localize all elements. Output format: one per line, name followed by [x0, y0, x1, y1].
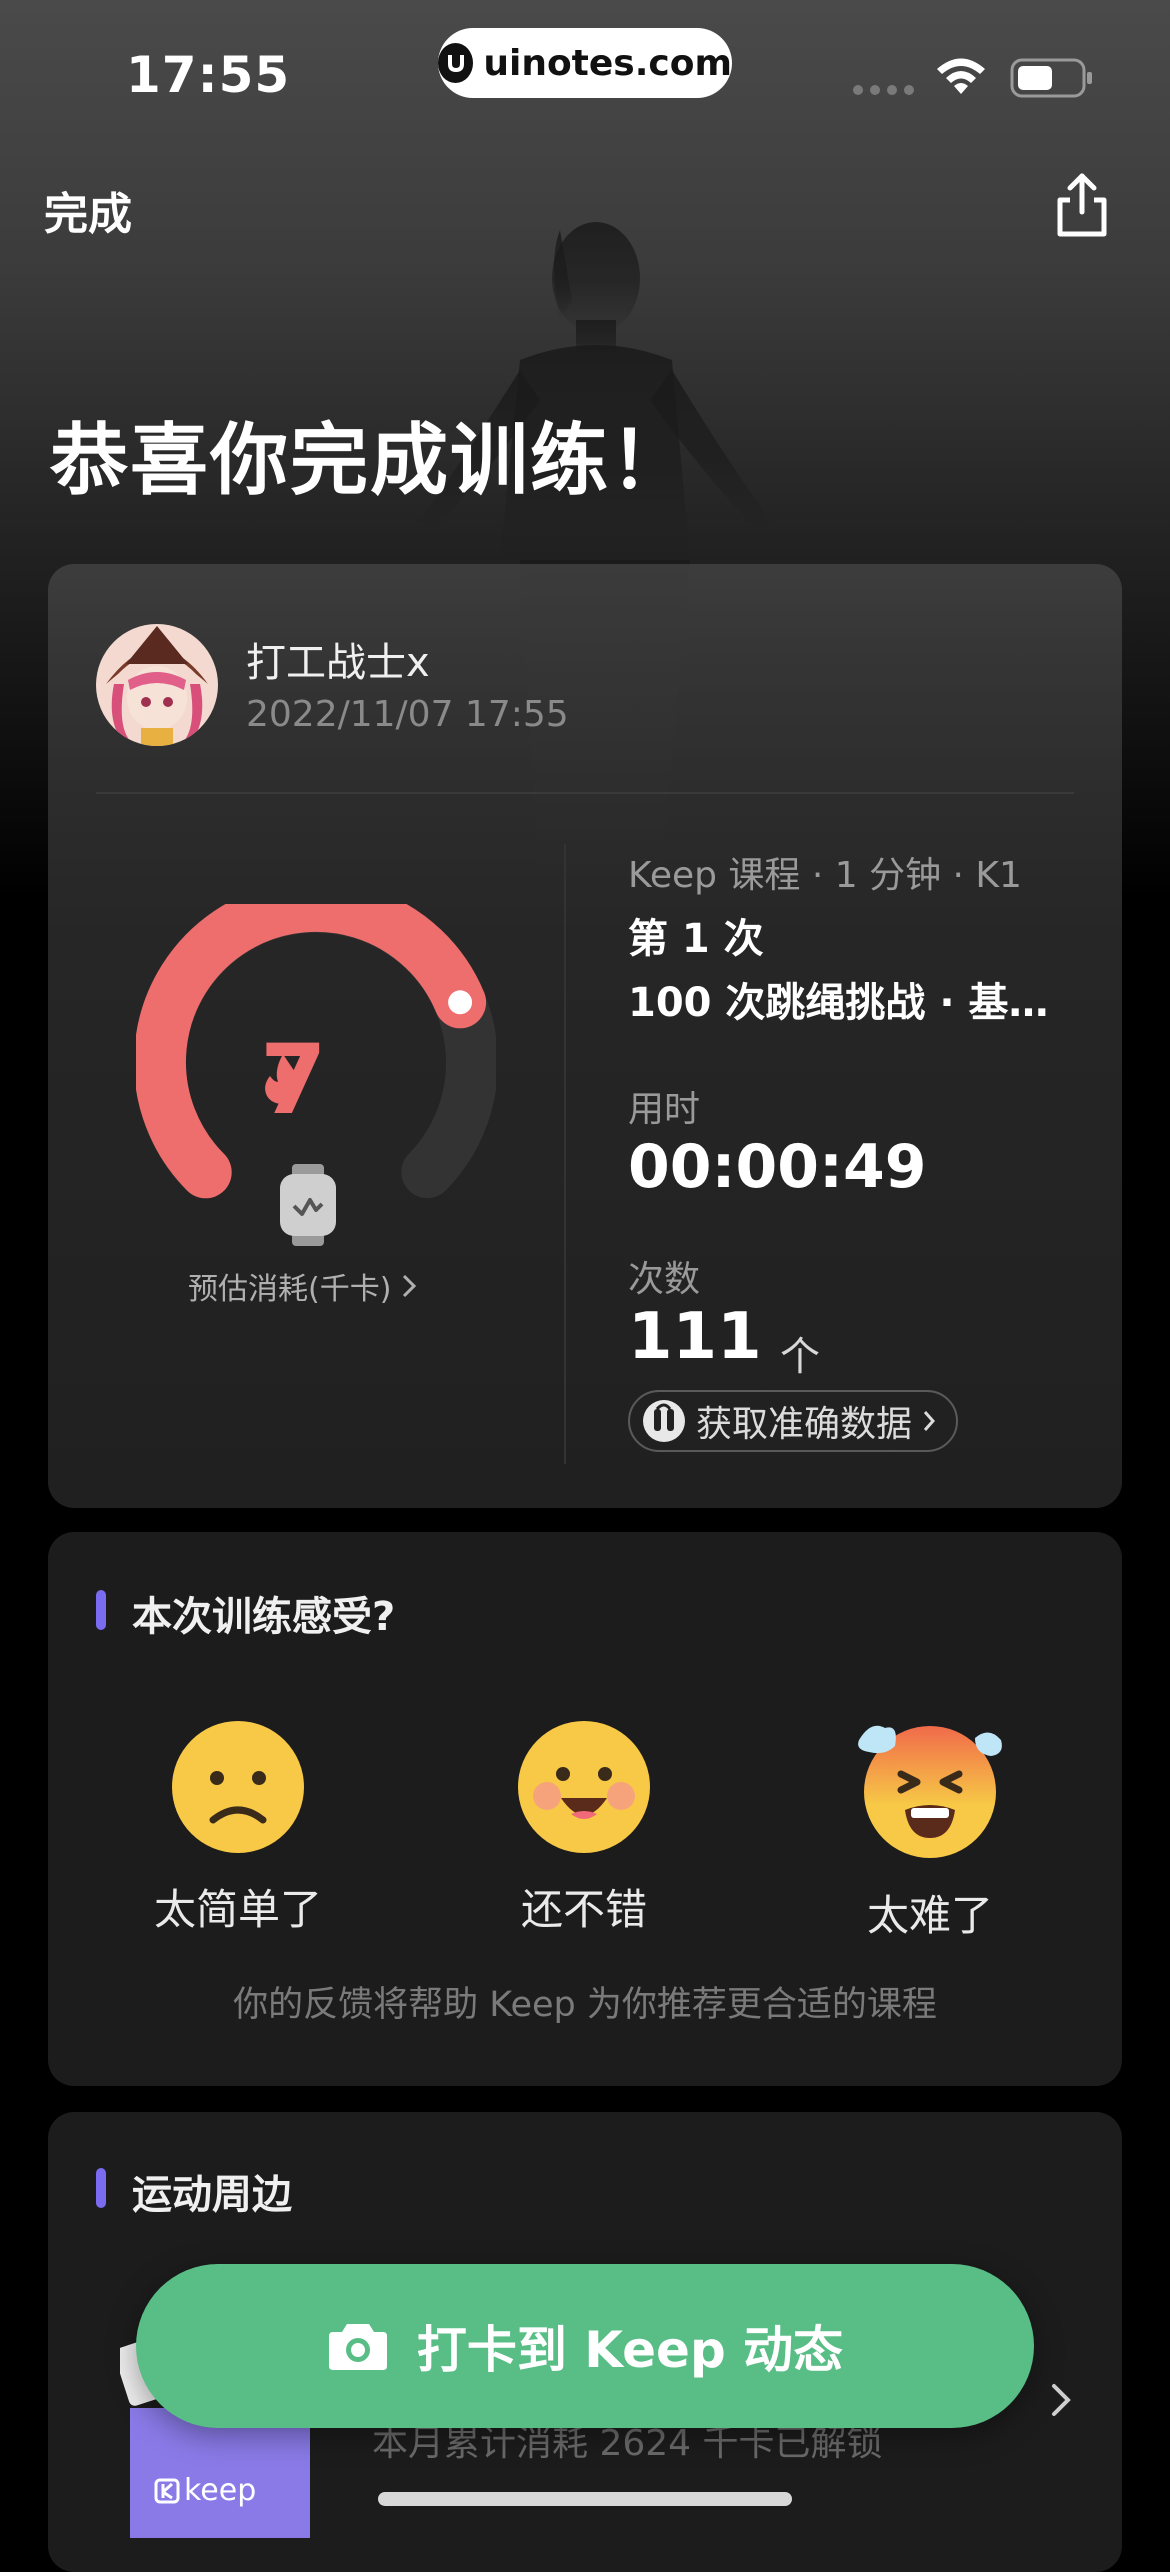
checkin-label: 打卡到 Keep 动态 [416, 2321, 844, 2379]
chevron-right-icon [403, 1274, 417, 1298]
watermark-badge: uinotes.com [438, 28, 732, 98]
count-value: 111 [628, 1300, 762, 1374]
calories-value: 7 [260, 1024, 327, 1136]
duration-value: 00:00:49 [628, 1132, 927, 1202]
section-accent-bar [96, 2168, 106, 2208]
get-accurate-data-label: 获取准确数据 [696, 1404, 913, 1445]
feedback-option-label: 太难了 [866, 1891, 993, 1940]
smartwatch-icon [280, 1164, 336, 1246]
section-accent-bar [96, 1590, 106, 1630]
done-button[interactable]: 完成 [44, 178, 132, 242]
course-name[interactable]: 100 次跳绳挑战 · 基… [628, 970, 1058, 1028]
feedback-option-good[interactable]: 还不错 [454, 1720, 714, 1937]
vertical-divider [564, 844, 566, 1464]
workout-datetime: 2022/11/07 17:55 [246, 694, 569, 735]
chevron-right-icon [923, 1411, 936, 1431]
divider [96, 792, 1074, 794]
cellular-signal-icon [853, 85, 914, 95]
feedback-hint: 你的反馈将帮助 Keep 为你推荐更合适的课程 [233, 1985, 937, 2025]
watermark-logo-icon [438, 43, 474, 83]
course-meta: Keep 课程 · 1 分钟 · K1 [628, 855, 1022, 896]
checkin-button[interactable]: 打卡到 Keep 动态 [136, 2264, 1034, 2428]
merch-title: 运动周边 [132, 2172, 292, 2218]
count-label: 次数 [628, 1259, 701, 1300]
get-accurate-data-button[interactable]: 获取准确数据 [628, 1390, 959, 1452]
frown-emoji-icon [172, 1721, 304, 1853]
duration-label: 用时 [628, 1089, 701, 1130]
watermark-text: uinotes.com [483, 42, 732, 84]
feedback-option-label: 太简单了 [153, 1885, 322, 1934]
exhausted-emoji-icon [858, 1725, 1002, 1858]
status-time: 17:55 [126, 46, 291, 104]
smile-emoji-icon [518, 1721, 650, 1853]
feedback-title: 本次训练感受? [132, 1594, 396, 1640]
home-indicator[interactable] [378, 2492, 792, 2506]
avatar[interactable] [96, 624, 218, 746]
course-count: 第 1 次 [628, 916, 764, 962]
camera-icon [328, 2324, 387, 2370]
page-title: 恭喜你完成训练！ [50, 416, 691, 506]
calories-label-text: 预估消耗(千卡) [188, 1272, 392, 1307]
feedback-option-too-easy[interactable]: 太简单了 [108, 1720, 368, 1937]
merch-badge-text: keep [184, 2473, 256, 2508]
feedback-option-too-hard[interactable]: 太难了 [800, 1720, 1060, 1943]
feedback-card: 本次训练感受? 太简单了 还不错 太难了 你的反馈将帮助 Keep 为你推荐更合… [48, 1532, 1122, 2086]
jump-rope-handle-icon [643, 1400, 685, 1442]
gauge-knob [448, 990, 473, 1015]
count-unit: 个 [780, 1334, 820, 1380]
wifi-icon [937, 58, 985, 94]
workout-summary-card: 打工战士x 2022/11/07 17:55 7 预估消耗(千卡) Keep 课… [48, 564, 1122, 1508]
feedback-option-label: 还不错 [520, 1885, 647, 1934]
chevron-right-icon[interactable] [1050, 2382, 1072, 2418]
calories-label[interactable]: 预估消耗(千卡) [188, 1264, 417, 1308]
battery-icon [1010, 58, 1092, 98]
username: 打工战士x [246, 640, 430, 686]
share-icon[interactable] [1052, 172, 1112, 238]
